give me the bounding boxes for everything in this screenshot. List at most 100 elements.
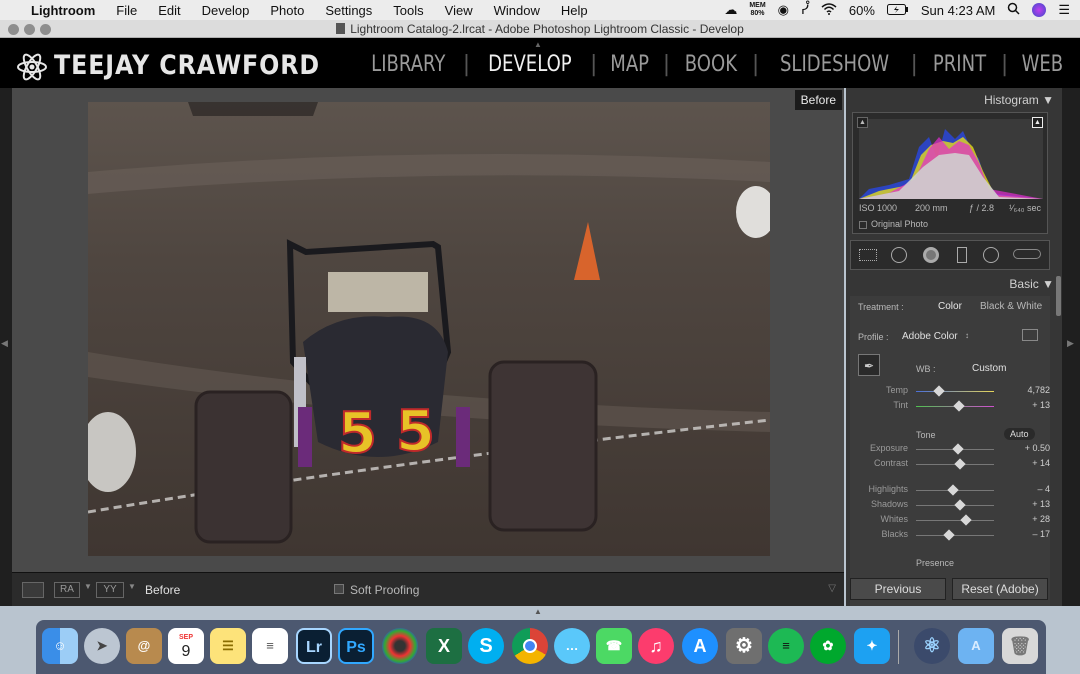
module-slideshow[interactable]: SLIDESHOW: [780, 52, 889, 77]
siri-icon[interactable]: [1032, 3, 1047, 17]
tint-value[interactable]: + 13: [1008, 400, 1050, 410]
trash-icon[interactable]: 🗑: [1002, 628, 1038, 664]
menu-edit[interactable]: Edit: [158, 3, 180, 18]
left-panel-toggle-icon[interactable]: ◀: [1, 338, 8, 349]
facetime-icon[interactable]: ☎: [596, 628, 632, 664]
menu-develop[interactable]: Develop: [202, 3, 250, 18]
evernote-icon[interactable]: ✿: [810, 628, 846, 664]
tint-slider-handle[interactable]: [953, 400, 965, 412]
original-photo-checkbox[interactable]: [859, 221, 867, 229]
red-eye-tool-icon[interactable]: [923, 247, 939, 263]
clock[interactable]: Sun 4:23 AM: [921, 3, 995, 18]
tone-auto-button[interactable]: Auto: [1004, 428, 1035, 440]
swap-before-after-button[interactable]: YY: [96, 582, 124, 598]
atom-app-icon[interactable]: ⚛: [914, 628, 950, 664]
adjustment-brush-tool-icon[interactable]: [1013, 249, 1041, 259]
chrome-icon[interactable]: [512, 628, 548, 664]
excel-icon[interactable]: X: [426, 628, 462, 664]
temp-slider-track[interactable]: [916, 391, 994, 392]
profile-select[interactable]: Adobe Color: [902, 331, 958, 342]
blacks-slider-track[interactable]: [916, 535, 994, 536]
before-after-dropdown-icon[interactable]: ▼: [84, 582, 92, 591]
menu-help[interactable]: Help: [561, 3, 588, 18]
temp-value[interactable]: 4,782: [1008, 385, 1050, 395]
module-web[interactable]: WEB: [1022, 52, 1064, 77]
module-library[interactable]: LIBRARY: [371, 52, 445, 77]
module-map[interactable]: MAP: [611, 52, 650, 77]
lightroom-icon[interactable]: Lr: [296, 628, 332, 664]
creative-cloud-icon[interactable]: ☁: [724, 2, 737, 18]
histogram-collapse-icon[interactable]: ▼: [1042, 93, 1054, 107]
module-book[interactable]: BOOK: [685, 52, 737, 77]
contrast-slider-handle[interactable]: [954, 458, 967, 470]
zoom-window-button[interactable]: [40, 24, 51, 35]
spot-removal-tool-icon[interactable]: [891, 247, 907, 263]
crop-tool-icon[interactable]: [859, 249, 877, 261]
menu-file[interactable]: File: [116, 3, 137, 18]
spotlight-search-icon[interactable]: [1007, 2, 1020, 18]
notes-icon[interactable]: ☰: [210, 628, 246, 664]
dvd-icon[interactable]: ◉: [778, 2, 789, 18]
copy-settings-dropdown-icon[interactable]: ▼: [128, 582, 136, 591]
music-icon[interactable]: ♫: [638, 628, 674, 664]
previous-button[interactable]: Previous: [850, 578, 946, 600]
loupe-view-button[interactable]: [22, 582, 44, 598]
radial-filter-tool-icon[interactable]: [983, 247, 999, 263]
whites-slider-handle[interactable]: [960, 514, 972, 526]
system-preferences-icon[interactable]: ⚙: [726, 628, 762, 664]
temp-slider-handle[interactable]: [932, 385, 945, 397]
menu-window[interactable]: Window: [494, 3, 540, 18]
twitter-icon[interactable]: ✦: [854, 628, 890, 664]
toolbar-menu-icon[interactable]: ▽: [828, 583, 836, 594]
profile-browser-icon[interactable]: [1022, 329, 1038, 341]
right-panel-toggle-icon[interactable]: ▶: [1067, 338, 1074, 349]
before-after-button[interactable]: RA: [54, 582, 80, 598]
finder-icon[interactable]: ☺: [42, 628, 78, 664]
race-car-photo[interactable]: 5 5: [88, 102, 770, 556]
graduated-filter-tool-icon[interactable]: [957, 247, 967, 263]
soft-proofing-checkbox[interactable]: [334, 584, 344, 594]
menu-settings[interactable]: Settings: [325, 3, 372, 18]
notification-center-icon[interactable]: ☰: [1058, 2, 1070, 18]
whites-value[interactable]: + 28: [1008, 514, 1050, 524]
blacks-slider-handle[interactable]: [943, 529, 955, 541]
contrast-value[interactable]: + 14: [1008, 458, 1050, 468]
minimize-window-button[interactable]: [24, 24, 35, 35]
reminders-icon[interactable]: ≡: [252, 628, 288, 664]
exposure-value[interactable]: + 0.50: [1008, 443, 1050, 453]
highlights-slider-handle[interactable]: [947, 484, 960, 496]
exposure-slider-handle[interactable]: [952, 443, 964, 455]
highlights-value[interactable]: – 4: [1008, 484, 1050, 494]
photoshop-icon[interactable]: Ps: [338, 628, 374, 664]
whites-slider-track[interactable]: [916, 520, 994, 521]
basic-header[interactable]: Basic ▼: [846, 274, 1062, 294]
top-panel-toggle-icon[interactable]: ▲: [534, 40, 542, 49]
bluetooth-icon[interactable]: ᓮ: [801, 2, 809, 18]
app-store-icon[interactable]: A: [682, 628, 718, 664]
basic-collapse-icon[interactable]: ▼: [1042, 277, 1054, 291]
original-photo-label[interactable]: Original Photo: [871, 219, 928, 229]
skype-icon[interactable]: S: [468, 628, 504, 664]
menu-tools[interactable]: Tools: [393, 3, 423, 18]
histogram-header[interactable]: Histogram ▼: [846, 90, 1062, 110]
panel-scrollbar[interactable]: [1056, 276, 1061, 316]
module-print[interactable]: PRINT: [933, 52, 986, 77]
memory-status[interactable]: MEM 80%: [749, 2, 765, 18]
app-menu[interactable]: Lightroom: [31, 3, 95, 18]
module-develop[interactable]: DEVELOP: [488, 52, 572, 77]
battery-icon[interactable]: [886, 3, 909, 18]
blacks-value[interactable]: – 17: [1008, 529, 1050, 539]
reset-button[interactable]: Reset (Adobe): [952, 578, 1048, 600]
shadows-value[interactable]: + 13: [1008, 499, 1050, 509]
launchpad-icon[interactable]: ➤: [84, 628, 120, 664]
wifi-icon[interactable]: [821, 2, 837, 18]
wb-select[interactable]: Custom: [972, 363, 1006, 374]
shadows-slider-handle[interactable]: [954, 499, 966, 511]
applications-folder-icon[interactable]: A: [958, 628, 994, 664]
profile-select-arrow-icon[interactable]: ↕: [965, 331, 969, 340]
highlight-clipping-icon[interactable]: ▲: [1032, 117, 1043, 128]
soft-proofing-label[interactable]: Soft Proofing: [350, 583, 419, 597]
treatment-bw-option[interactable]: Black & White: [980, 301, 1042, 312]
wb-eyedropper-icon[interactable]: ✒: [858, 354, 880, 376]
spotify-icon[interactable]: ≡: [768, 628, 804, 664]
